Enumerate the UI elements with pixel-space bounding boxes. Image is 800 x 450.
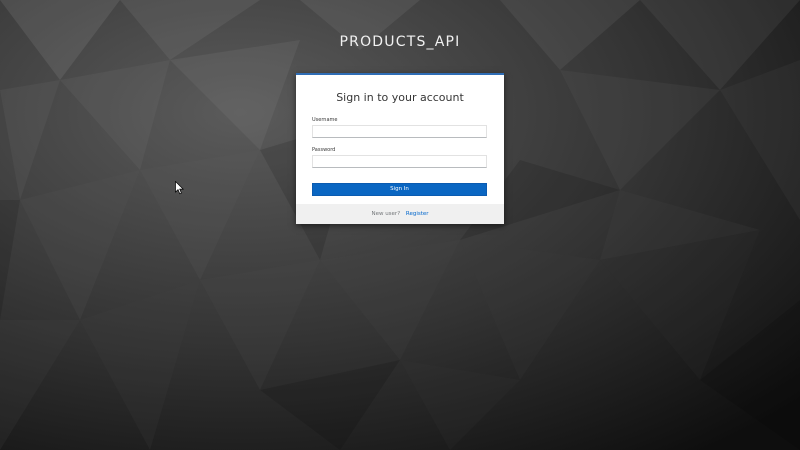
register-link[interactable]: Register xyxy=(406,211,429,217)
password-input[interactable] xyxy=(312,155,487,168)
login-heading: Sign in to your account xyxy=(336,91,464,104)
realm-title: PRODUCTS_API xyxy=(339,34,461,50)
mouse-cursor-icon xyxy=(175,181,185,195)
new-user-text: New user? xyxy=(371,211,401,217)
username-input[interactable] xyxy=(312,125,487,138)
background-pattern xyxy=(0,0,800,450)
sign-in-button[interactable]: Sign In xyxy=(312,183,487,196)
login-card: Sign in to your account Username Passwor… xyxy=(296,73,504,224)
password-label: Password xyxy=(312,147,336,153)
username-label: Username xyxy=(312,117,338,123)
card-footer: New user? Register xyxy=(296,204,504,224)
